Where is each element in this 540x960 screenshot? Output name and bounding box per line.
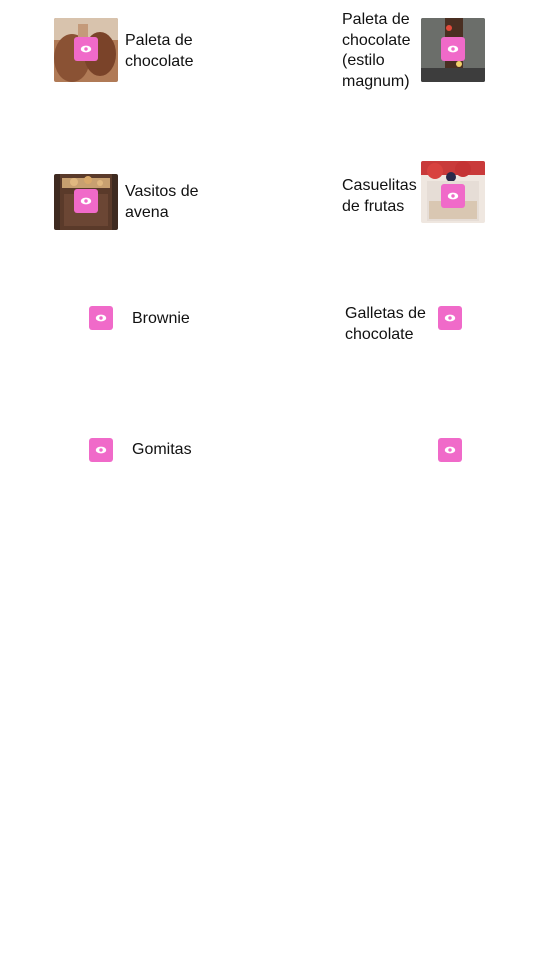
view-recipe-button[interactable] [441, 37, 465, 61]
eye-icon [447, 45, 459, 53]
eye-icon [444, 446, 456, 454]
recipe-name: Vasitos de avena [125, 183, 199, 221]
view-recipe-button[interactable] [74, 189, 98, 213]
eye-icon [95, 314, 107, 322]
recipe-name: Casuelitas de frutas [342, 177, 417, 215]
eye-icon [95, 446, 107, 454]
eye-icon [80, 197, 92, 205]
eye-icon [444, 314, 456, 322]
view-recipe-button[interactable] [441, 184, 465, 208]
eye-icon [80, 45, 92, 53]
recipe-name: Paleta de chocolate [125, 32, 194, 70]
view-recipe-button[interactable] [438, 306, 462, 330]
view-recipe-button[interactable] [89, 306, 113, 330]
view-recipe-button[interactable] [74, 37, 98, 61]
recipe-name: Brownie [132, 310, 190, 327]
recipe-name: Gomitas [132, 441, 192, 458]
eye-icon [447, 192, 459, 200]
view-recipe-button[interactable] [438, 438, 462, 462]
recipe-name: Paleta de chocolate (estilo magnum) [342, 11, 411, 90]
recipe-name: Galletas de chocolate [345, 305, 426, 343]
view-recipe-button[interactable] [89, 438, 113, 462]
